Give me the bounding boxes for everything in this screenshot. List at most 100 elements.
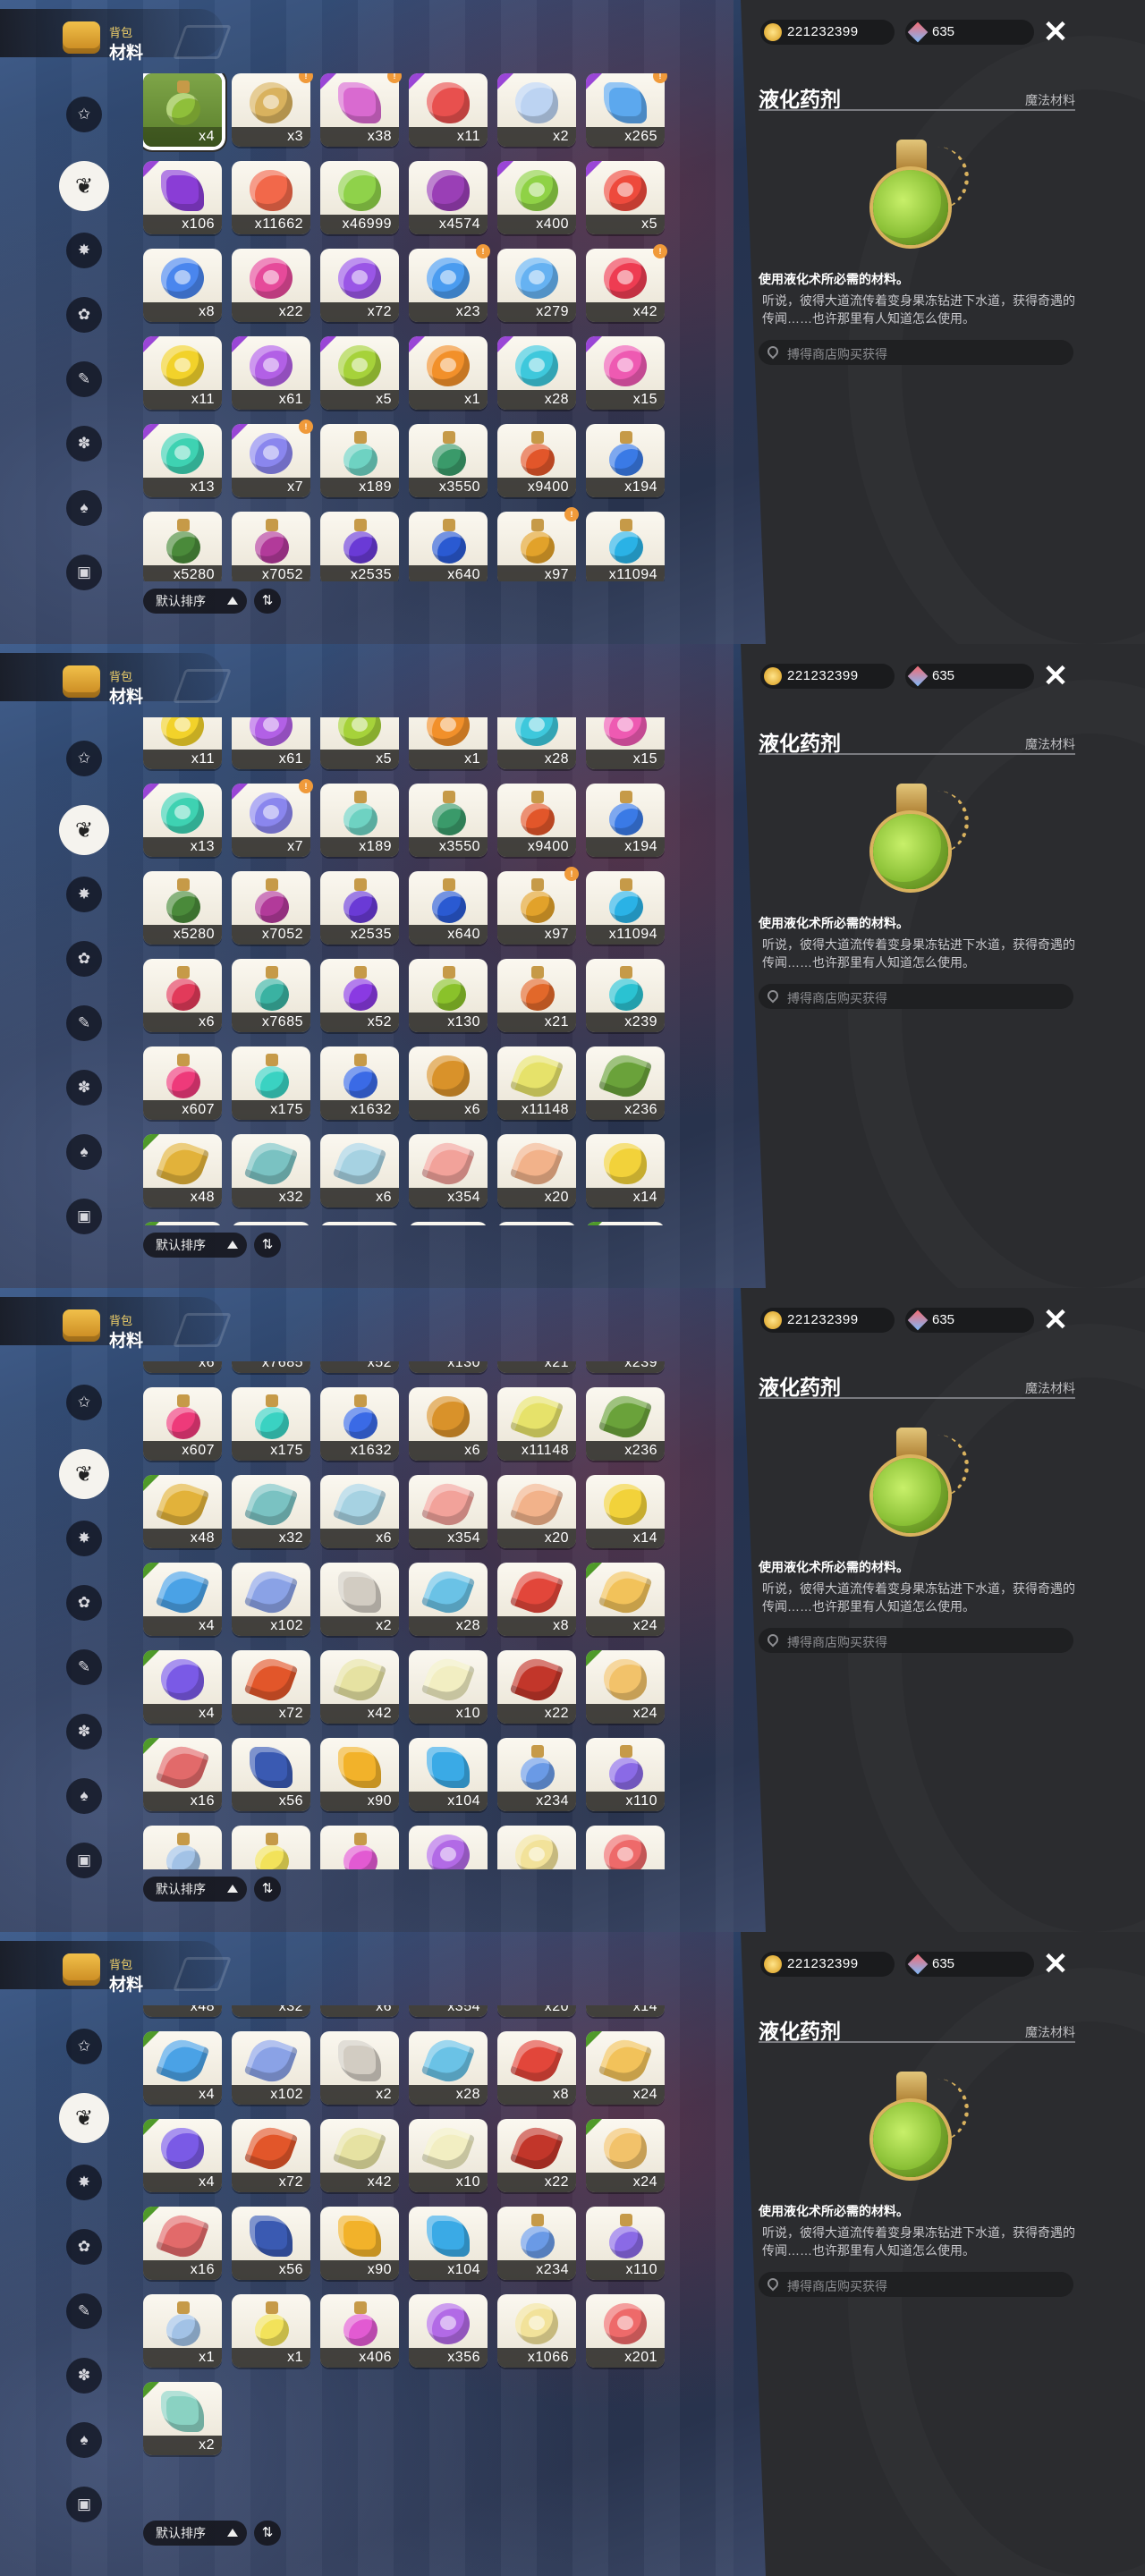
scroll-category-tab[interactable]: ✎ xyxy=(66,1005,102,1041)
inventory-item[interactable]: x102 xyxy=(232,2031,310,2106)
acorn-category-tab[interactable]: ♠ xyxy=(66,2422,102,2458)
inventory-item[interactable]: ! x97 xyxy=(497,866,579,945)
inventory-item[interactable]: x104 xyxy=(409,1738,488,1812)
inventory-item[interactable]: x28 xyxy=(497,717,576,769)
inventory-item[interactable]: x90 xyxy=(320,1738,399,1812)
inventory-item[interactable]: x1 xyxy=(143,2294,222,2368)
inventory-item[interactable]: x46999 xyxy=(320,161,399,234)
inventory-item[interactable]: x110 xyxy=(586,2207,665,2281)
scroll-category-tab[interactable]: ✎ xyxy=(66,2293,102,2329)
inventory-item[interactable]: x21 xyxy=(497,958,576,1032)
inventory-item[interactable]: x20 xyxy=(497,2005,576,2018)
inventory-item[interactable]: x406 xyxy=(320,2294,399,2368)
inventory-item[interactable]: x24 xyxy=(586,1563,665,1637)
inventory-item[interactable]: x1632 xyxy=(320,1387,399,1462)
inventory-item[interactable]: x110 xyxy=(586,1738,665,1812)
inventory-item[interactable]: x52 xyxy=(320,1361,399,1374)
sort-order-toggle[interactable]: ⇅ xyxy=(254,2521,281,2546)
paw-category-tab[interactable]: ✽ xyxy=(66,2358,102,2394)
inventory-item[interactable]: x15 xyxy=(586,336,665,410)
acorn-category-tab[interactable]: ♠ xyxy=(66,1134,102,1170)
burst-category-tab[interactable]: ✸ xyxy=(66,233,102,268)
inventory-item[interactable]: x13 xyxy=(143,783,222,857)
inventory-item[interactable]: x1 xyxy=(409,336,488,410)
inventory-item[interactable]: x20 xyxy=(497,1475,576,1549)
inventory-item[interactable]: x239 xyxy=(586,1361,665,1374)
inventory-item[interactable]: x90 xyxy=(320,2207,399,2281)
inventory-item[interactable]: x24 xyxy=(586,2119,665,2193)
inventory-item[interactable]: x11 xyxy=(143,336,222,410)
inventory-item[interactable]: x9400 xyxy=(497,424,576,497)
sort-order-toggle[interactable]: ⇅ xyxy=(254,1877,281,1902)
inventory-item[interactable]: x189 xyxy=(320,783,399,857)
inventory-item[interactable]: x1 xyxy=(143,1826,222,1869)
inventory-item[interactable]: x239 xyxy=(586,958,665,1032)
inventory-item[interactable]: x3550 xyxy=(409,783,488,857)
inventory-item[interactable]: x28 xyxy=(409,1221,488,1225)
inventory-item[interactable]: x8 xyxy=(497,1563,576,1637)
inventory-item[interactable]: x640 xyxy=(409,870,488,945)
inventory-item[interactable]: x5280 xyxy=(143,870,222,945)
paw-category-tab[interactable]: ✽ xyxy=(66,1070,102,1106)
inventory-item[interactable]: x102 xyxy=(232,1563,310,1637)
inventory-item[interactable]: x8 xyxy=(497,2031,576,2106)
burst-category-tab[interactable]: ✸ xyxy=(66,1521,102,1556)
inventory-item[interactable]: x6 xyxy=(143,1361,222,1374)
paw-category-tab[interactable]: ✽ xyxy=(66,1714,102,1750)
inventory-item[interactable]: x7685 xyxy=(232,1361,310,1374)
inventory-item[interactable]: x8 xyxy=(497,1221,576,1225)
inventory-item[interactable]: ! x38 xyxy=(320,73,402,147)
inventory-item[interactable]: x24 xyxy=(586,1650,665,1724)
star-category-tab[interactable]: ✩ xyxy=(66,2029,102,2064)
inventory-item[interactable]: x28 xyxy=(409,2031,488,2106)
inventory-item[interactable]: x6 xyxy=(409,1046,488,1120)
inventory-item[interactable]: x7052 xyxy=(232,870,310,945)
inventory-item[interactable]: x20 xyxy=(497,1133,576,1208)
inventory-item[interactable]: x5280 xyxy=(143,512,222,581)
inventory-item[interactable]: x406 xyxy=(320,1826,399,1869)
inventory-item[interactable]: x28 xyxy=(497,336,576,410)
inventory-item[interactable]: x4 xyxy=(143,1650,222,1724)
inventory-item[interactable]: x4 xyxy=(143,1221,222,1225)
inventory-item[interactable]: x9400 xyxy=(497,783,576,857)
inventory-item[interactable]: x1066 xyxy=(497,1826,576,1869)
inventory-item[interactable]: x2 xyxy=(143,2382,222,2456)
item-source[interactable]: 搏得商店购买获得 xyxy=(759,340,1073,365)
inventory-item[interactable]: x130 xyxy=(409,1361,488,1374)
inventory-item[interactable]: x236 xyxy=(586,1046,665,1120)
inventory-item[interactable]: x5 xyxy=(320,717,399,769)
inventory-item[interactable]: x72 xyxy=(232,1650,310,1724)
inventory-item[interactable]: x4 xyxy=(143,73,222,147)
inventory-item[interactable]: x5 xyxy=(320,336,399,410)
item-grid-viewport[interactable]: x4! x3! x38 x11 x2! x265 x106 x11662 x46999 x4574… xyxy=(143,73,680,581)
inventory-item[interactable]: x48 xyxy=(143,2005,222,2018)
burst-category-tab[interactable]: ✸ xyxy=(66,2165,102,2200)
item-grid-viewport[interactable]: x48 x32 x6 x354 x20 x14 x4 x102 x2 x28 x8 x24 x4 x72 x… xyxy=(143,2005,680,2513)
burst-category-tab[interactable]: ✸ xyxy=(66,877,102,912)
inventory-item[interactable]: x11094 xyxy=(586,870,665,945)
inventory-item[interactable]: x4 xyxy=(143,2119,222,2193)
inventory-item[interactable]: x1 xyxy=(409,717,488,769)
chest-category-tab[interactable]: ▣ xyxy=(66,555,102,590)
chest-category-tab[interactable]: ▣ xyxy=(66,1843,102,1878)
inventory-item[interactable]: ! x265 xyxy=(586,73,667,147)
inventory-item[interactable]: x32 xyxy=(232,1133,310,1208)
close-button[interactable]: ✕ xyxy=(1039,660,1072,692)
inventory-item[interactable]: x72 xyxy=(320,249,399,322)
inventory-item[interactable]: x61 xyxy=(232,717,310,769)
chest-category-tab[interactable]: ▣ xyxy=(66,1199,102,1234)
sort-dropdown[interactable]: 默认排序 xyxy=(143,2521,247,2546)
inventory-item[interactable]: x8 xyxy=(143,249,222,322)
inventory-item[interactable]: x201 xyxy=(586,2294,665,2368)
item-source[interactable]: 搏得商店购买获得 xyxy=(759,984,1073,1009)
inventory-item[interactable]: x24 xyxy=(586,1221,665,1225)
inventory-item[interactable]: x11 xyxy=(143,717,222,769)
inventory-item[interactable]: x2 xyxy=(320,2031,399,2106)
inventory-item[interactable]: x52 xyxy=(320,958,399,1032)
inventory-item[interactable]: x15 xyxy=(586,717,665,769)
inventory-item[interactable]: x607 xyxy=(143,1046,222,1120)
inventory-item[interactable]: x22 xyxy=(232,249,310,322)
inventory-item[interactable]: x16 xyxy=(143,2207,222,2281)
paw-category-tab[interactable]: ✽ xyxy=(66,426,102,462)
sprout-category-tab[interactable]: ✿ xyxy=(66,2229,102,2265)
